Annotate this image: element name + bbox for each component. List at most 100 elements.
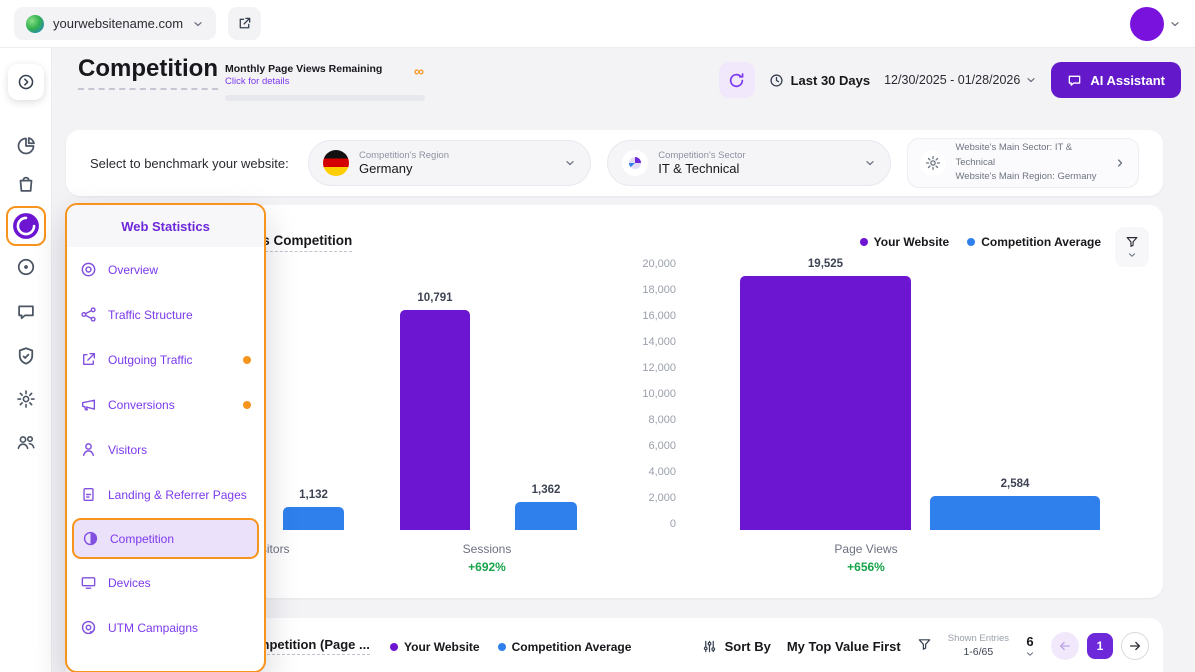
rail-gear-icon[interactable] [15, 388, 37, 410]
rail-expand-icon[interactable] [8, 64, 44, 100]
website-logo-icon [26, 15, 44, 33]
menu-item-label: Overview [108, 263, 158, 277]
shown-entries-value: 1-6/65 [963, 645, 993, 659]
account-menu[interactable] [1130, 7, 1181, 41]
devices-icon [80, 574, 97, 591]
shown-entries-label: Shown Entries [948, 633, 1009, 646]
gear-icon [920, 150, 946, 176]
ai-assistant-button[interactable]: AI Assistant [1051, 62, 1181, 98]
menu-item-label: Outgoing Traffic [108, 353, 193, 367]
y-axis-tick: 16,000 [610, 310, 676, 322]
quota-label: Monthly Page Views Remaining [225, 63, 425, 75]
menu-item-devices[interactable]: Devices [67, 560, 264, 605]
menu-item-outgoing-traffic[interactable]: Outgoing Traffic [67, 337, 264, 382]
category-label-sessions: Sessions [387, 542, 587, 556]
rail-target-icon[interactable] [15, 256, 37, 278]
rail-shield-icon[interactable] [15, 345, 37, 367]
menu-item-label: Conversions [108, 398, 175, 412]
outgoing-traffic-icon [80, 351, 97, 368]
shown-entries: Shown Entries 1-6/65 [948, 633, 1009, 660]
chat-icon [16, 302, 36, 322]
menu-item-label: Devices [108, 576, 151, 590]
website-domain: yourwebsitename.com [53, 16, 183, 31]
users-icon [16, 432, 36, 452]
legend-your-website: Your Website [390, 640, 480, 654]
menu-header: Web Statistics [67, 205, 264, 247]
rail-chat-icon[interactable] [15, 301, 37, 323]
menu-item-label: Traffic Structure [108, 308, 193, 322]
date-range-picker[interactable]: 12/30/2025 - 01/28/2026 [884, 73, 1037, 87]
sort-by-control[interactable]: Sort By [702, 639, 771, 654]
app-root: yourwebsitename.com Competition Monthly … [0, 0, 1195, 672]
sliders-icon [702, 639, 717, 654]
overview-icon [80, 261, 97, 278]
menu-item-overview[interactable]: Overview [67, 247, 264, 292]
website-main-settings[interactable]: Website's Main Sector: IT & Technical We… [907, 138, 1140, 188]
bar-value-label: 1,132 [253, 489, 374, 501]
bar-your-website-sessions [400, 310, 470, 530]
bar-your-website-page-views [740, 276, 911, 530]
page-size-select[interactable]: 6 [1025, 634, 1035, 659]
sector-dropdown[interactable]: Competition's Sector IT & Technical [607, 140, 890, 186]
chevron-down-icon [564, 157, 576, 169]
pagination: 1 [1051, 632, 1149, 660]
rail-pie-chart-icon[interactable] [15, 135, 37, 157]
rail-web-statistics-logo[interactable] [6, 206, 46, 246]
bar-value-label: 19,525 [710, 258, 941, 270]
menu-item-utm-campaigns[interactable]: UTM Campaigns [67, 605, 264, 650]
clock-icon [769, 73, 784, 88]
external-link-icon [237, 16, 252, 31]
refresh-button[interactable] [719, 62, 755, 98]
menu-item-conversions[interactable]: Conversions [67, 382, 264, 427]
date-preset[interactable]: Last 30 Days [769, 73, 871, 88]
region-dropdown-label: Competition's Region [359, 150, 554, 161]
current-page-button[interactable]: 1 [1087, 633, 1113, 659]
table-filter-button[interactable] [917, 637, 932, 655]
open-website-button[interactable] [228, 7, 261, 40]
change-label-page-views: +656% [766, 560, 966, 574]
table-controls: Sort By My Top Value First Shown Entries… [702, 626, 1149, 666]
y-axis-tick: 2,000 [610, 492, 676, 504]
website-selector[interactable]: yourwebsitename.com [14, 7, 216, 40]
quota-widget: Monthly Page Views Remaining Click for d… [225, 63, 425, 101]
legend-dot-blue [498, 643, 506, 651]
chevron-right-icon [1114, 157, 1126, 169]
y-axis-tick: 12,000 [610, 362, 676, 374]
menu-item-landing-referrer-pages[interactable]: Landing & Referrer Pages [67, 472, 264, 517]
menu-item-competition[interactable]: Competition [72, 518, 259, 559]
menu-item-traffic-structure[interactable]: Traffic Structure [67, 292, 264, 337]
landing-referrer-icon [80, 486, 97, 503]
menu-item-visitors[interactable]: Visitors [67, 427, 264, 472]
y-axis-tick: 6,000 [610, 440, 676, 452]
sort-value-dropdown[interactable]: My Top Value First [787, 639, 901, 654]
sort-by-label: Sort By [725, 639, 771, 654]
ai-assistant-label: AI Assistant [1090, 73, 1165, 88]
header-actions: Last 30 Days 12/30/2025 - 01/28/2026 AI … [719, 62, 1181, 98]
bar-value-label: 1,362 [485, 484, 607, 496]
menu-item-label: Landing & Referrer Pages [108, 488, 247, 502]
avatar [1130, 7, 1164, 41]
table-legend: Your Website Competition Average [390, 640, 631, 654]
y-axis-tick: 10,000 [610, 388, 676, 400]
notification-dot [243, 401, 251, 409]
quota-value: ∞ [414, 63, 424, 79]
legend-dot-purple [390, 643, 398, 651]
utm-campaigns-icon [80, 619, 97, 636]
visitors-icon [80, 441, 97, 458]
y-axis-tick: 0 [610, 518, 676, 530]
prev-page-button[interactable] [1051, 632, 1079, 660]
expand-icon [17, 73, 35, 91]
shopping-bag-icon [16, 174, 36, 194]
sector-dropdown-value: IT & Technical [658, 161, 853, 176]
web-statistics-menu: Web Statistics Overview Traffic Structure… [65, 203, 266, 672]
gear-icon [16, 389, 36, 409]
quota-details-link[interactable]: Click for details [225, 76, 425, 87]
chevron-down-icon [864, 157, 876, 169]
region-dropdown[interactable]: Competition's Region Germany [308, 140, 591, 186]
y-axis-tick: 8,000 [610, 414, 676, 426]
page-title: Competition [78, 55, 218, 90]
competition-icon [82, 530, 99, 547]
rail-shopping-bag-icon[interactable] [15, 173, 37, 195]
next-page-button[interactable] [1121, 632, 1149, 660]
rail-users-icon[interactable] [15, 431, 37, 453]
